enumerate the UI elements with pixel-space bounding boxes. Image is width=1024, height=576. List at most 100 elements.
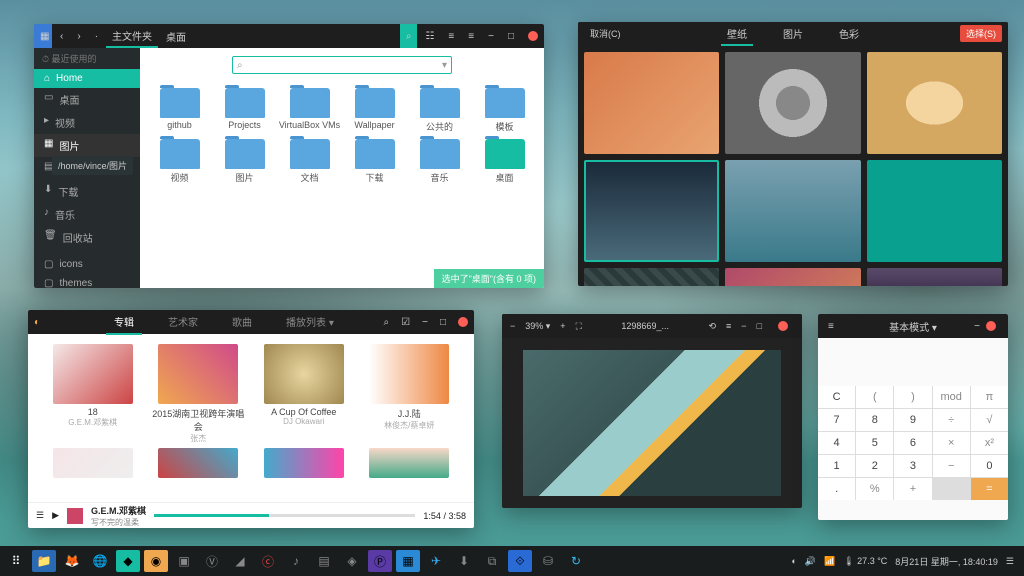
calc-key[interactable]: x² (971, 432, 1008, 454)
taskbar-files-icon[interactable]: 📁 (32, 550, 56, 572)
cancel-button[interactable]: 取消(C) (584, 25, 627, 42)
back-icon[interactable]: ‹ (54, 24, 69, 48)
sidebar-item-home[interactable]: ⌂Home (34, 69, 140, 88)
tab-playlists[interactable]: 播放列表 ▾ (278, 310, 342, 335)
album-item[interactable] (150, 448, 248, 481)
taskbar-app-icon[interactable]: Ⓟ (368, 550, 392, 572)
wallpaper-thumb[interactable] (584, 52, 719, 154)
close-icon[interactable] (528, 31, 538, 41)
taskbar-app-icon[interactable]: ▦ (396, 550, 420, 572)
zoom-in-icon[interactable]: + (560, 321, 565, 331)
zoom-out-icon[interactable]: − (510, 321, 515, 331)
folder-item[interactable]: 公共的 (408, 86, 471, 133)
tab-songs[interactable]: 歌曲 (224, 310, 260, 335)
play-icon[interactable]: ▶ (52, 510, 59, 521)
folder-item[interactable]: Wallpaper (343, 86, 406, 133)
date-time[interactable]: 8月21日 星期一, 18:40:19 (895, 555, 998, 568)
calc-key[interactable]: 4 (818, 432, 855, 454)
wallpaper-thumb[interactable] (725, 268, 860, 286)
taskbar-firefox-icon[interactable]: 🦊 (60, 550, 84, 572)
select-icon[interactable]: ☑ (395, 310, 416, 334)
calc-key[interactable]: 3 (894, 455, 931, 477)
folder-item[interactable]: github (148, 86, 211, 133)
queue-icon[interactable]: ☰ (36, 510, 44, 521)
folder-item[interactable]: 音乐 (408, 137, 471, 184)
tray-icon[interactable]: 📶 (824, 556, 835, 567)
folder-item[interactable]: 文档 (278, 137, 341, 184)
tab-albums[interactable]: 专辑 (106, 310, 142, 335)
app-launcher-icon[interactable]: ⠿ (4, 550, 28, 572)
taskbar-app-icon[interactable]: ◈ (340, 550, 364, 572)
rotate-icon[interactable]: ⟲ (708, 321, 716, 332)
maximize-icon[interactable]: □ (434, 310, 452, 334)
sidebar-item-trash[interactable]: 🗑回收站 (34, 226, 140, 249)
wallpaper-thumb[interactable] (725, 52, 860, 154)
close-icon[interactable] (986, 321, 996, 331)
taskbar-app-icon[interactable]: ↻ (564, 550, 588, 572)
sidebar-item-themes[interactable]: ▢themes (34, 274, 140, 288)
calc-key[interactable]: 8 (856, 409, 893, 431)
taskbar-app-icon[interactable]: ⧉ (480, 550, 504, 572)
taskbar-app-icon[interactable]: ⛁ (536, 550, 560, 572)
fit-icon[interactable]: ⛶ (576, 321, 582, 332)
search-icon[interactable]: ⌕ (400, 24, 418, 48)
select-button[interactable]: 选择(S) (960, 25, 1002, 42)
wallpaper-thumb[interactable] (867, 52, 1002, 154)
close-icon[interactable] (778, 321, 788, 331)
album-item[interactable] (255, 448, 353, 481)
maximize-icon[interactable]: □ (502, 24, 520, 48)
folder-item[interactable]: 图片 (213, 137, 276, 184)
album-item[interactable] (361, 448, 459, 481)
tab-pictures[interactable]: 图片 (777, 23, 809, 46)
close-icon[interactable] (458, 317, 468, 327)
minimize-icon[interactable]: − (741, 321, 746, 331)
minimize-icon[interactable]: − (416, 310, 434, 334)
wallpaper-thumb[interactable] (584, 268, 719, 286)
taskbar-chrome-icon[interactable]: 🌐 (88, 550, 112, 572)
folder-item[interactable]: 桌面 (473, 137, 536, 184)
tray-icon[interactable]: ◐ (791, 556, 796, 566)
calc-key[interactable]: + (894, 478, 931, 500)
calc-key[interactable]: 9 (894, 409, 931, 431)
calc-key[interactable]: × (933, 432, 970, 454)
folder-item[interactable]: 下载 (343, 137, 406, 184)
menu-icon[interactable]: ≡ (726, 321, 731, 331)
taskbar-app-icon[interactable]: ✈ (424, 550, 448, 572)
location-bar[interactable]: ⌕▾ (232, 56, 452, 74)
calc-key[interactable]: 5 (856, 432, 893, 454)
calc-key[interactable]: 1 (818, 455, 855, 477)
search-icon[interactable]: ⌕ (378, 310, 396, 334)
wallpaper-thumb[interactable] (584, 160, 719, 262)
notification-icon[interactable]: ☰ (1006, 556, 1014, 567)
taskbar-app-icon[interactable]: Ⓥ (200, 550, 224, 572)
minimize-icon[interactable]: − (968, 314, 986, 429)
sidebar-item-icons[interactable]: ▢icons (34, 255, 140, 274)
tab-artists[interactable]: 艺术家 (160, 310, 206, 335)
minimize-icon[interactable]: − (482, 24, 500, 48)
view-grid-icon[interactable]: ≡ (442, 24, 460, 48)
forward-icon[interactable]: › (71, 24, 86, 48)
taskbar-app-icon[interactable]: ♪ (284, 550, 308, 572)
album-item[interactable]: 18G.E.M.邓紫棋 (44, 344, 142, 444)
menu-icon[interactable]: ≡ (462, 24, 480, 48)
album-item[interactable]: A Cup Of CoffeeDJ Okawari (255, 344, 353, 444)
folder-item[interactable]: 视频 (148, 137, 211, 184)
tab-desktop[interactable]: 桌面 (160, 24, 192, 48)
taskbar-app-icon[interactable]: ◆ (116, 550, 140, 572)
tab-wallpaper[interactable]: 壁纸 (721, 23, 753, 46)
fm-new-window-icon[interactable]: ▦ (34, 24, 52, 48)
taskbar-app-icon[interactable]: ⓒ (256, 550, 280, 572)
sidebar-item-videos[interactable]: ▸视频 (34, 111, 140, 134)
taskbar-app-icon[interactable]: ▤ (312, 550, 336, 572)
folder-item[interactable]: 模板 (473, 86, 536, 133)
taskbar-app-icon[interactable]: ◉ (144, 550, 168, 572)
taskbar-app-icon[interactable]: ⬇ (452, 550, 476, 572)
album-item[interactable] (44, 448, 142, 481)
sidebar-item-downloads[interactable]: ⬇下载 (34, 180, 140, 203)
menu-icon[interactable]: ≡ (822, 314, 840, 429)
calc-key[interactable]: = (971, 478, 1008, 500)
calc-key[interactable]: ) (894, 386, 931, 408)
calc-key[interactable]: . (818, 478, 855, 500)
progress-bar[interactable] (154, 514, 415, 517)
album-item[interactable]: J.J.陆林俊杰/蔡卓妍 (361, 344, 459, 444)
